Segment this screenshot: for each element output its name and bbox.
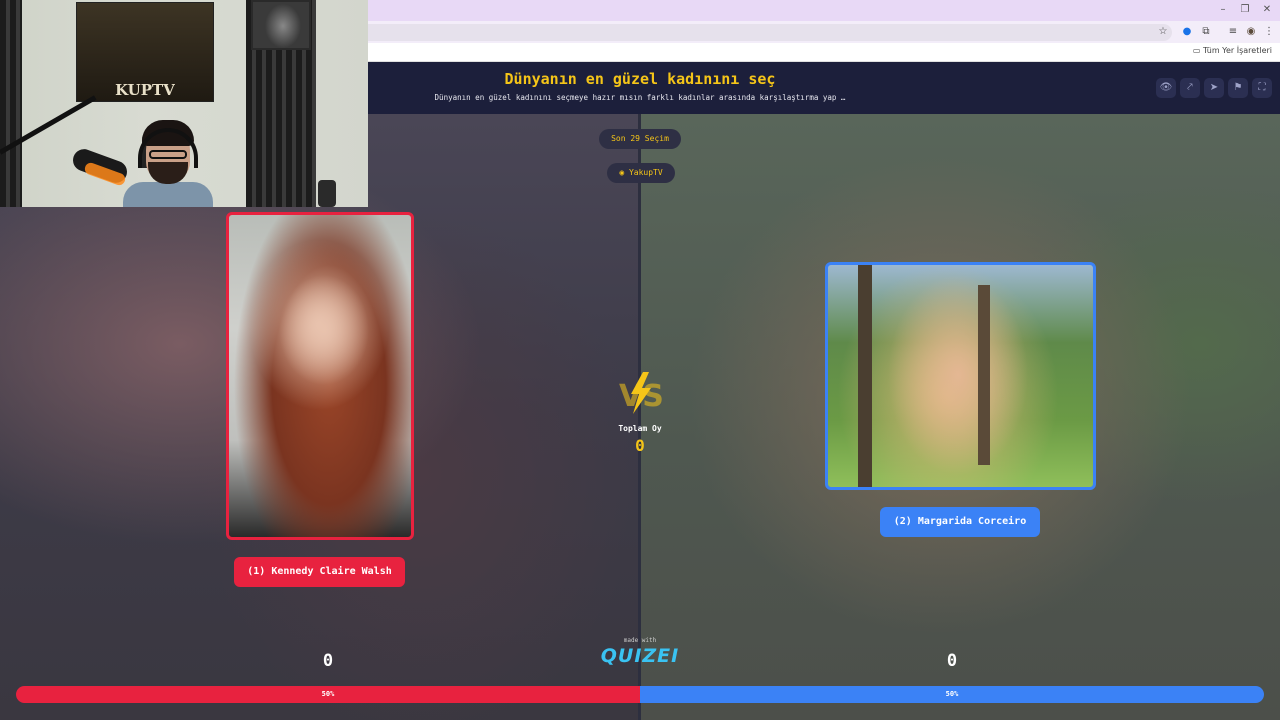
streamer [118, 118, 218, 207]
right-candidate-image[interactable] [825, 262, 1096, 490]
total-votes-label: Toplam Oy [618, 424, 662, 433]
wall-poster: KUPTV [76, 2, 214, 102]
poster-text: KUPTV [115, 81, 175, 99]
portrait-face [259, 255, 389, 415]
share-icon[interactable]: ⤤ [1180, 78, 1200, 98]
all-bookmarks-label: Tüm Yer İşaretleri [1202, 46, 1272, 55]
total-votes-value: 0 [635, 436, 645, 455]
round-pill: Son 29 Seçim [599, 129, 681, 149]
right-percent-bar: 50% [640, 686, 1264, 703]
creator-pill[interactable]: ◉ YakupTV [607, 163, 675, 183]
creator-name: YakupTV [628, 168, 663, 177]
restore-icon[interactable]: ❐ [1237, 3, 1253, 17]
tree-trunk [858, 265, 872, 487]
star-icon[interactable]: ☆ [1156, 25, 1170, 39]
right-score: 0 [946, 651, 958, 671]
minimize-icon[interactable]: – [1215, 3, 1231, 17]
wall-portrait [251, 0, 311, 50]
close-icon[interactable]: ✕ [1259, 3, 1275, 17]
made-with-label: made with [623, 637, 657, 644]
left-candidate-image[interactable] [226, 212, 414, 540]
quizei-logo[interactable]: QUIZEI [596, 645, 684, 667]
profile-icon[interactable]: ◉ [1244, 25, 1258, 39]
right-percent-label: 50% [945, 690, 959, 698]
left-score: 0 [322, 651, 334, 671]
center-divider [638, 114, 641, 720]
desk-object [318, 180, 336, 207]
creator-avatar: ◉ [619, 168, 625, 177]
vs-lightning-icon: VS [619, 372, 664, 414]
streamer-webcam: KUPTV [0, 0, 368, 207]
acoustic-panel [0, 0, 22, 207]
puzzle-icon[interactable]: ⧉ [1199, 25, 1213, 39]
tree-trunk [978, 285, 990, 465]
more-icon[interactable]: ⋮ [1262, 25, 1276, 39]
send-icon[interactable]: ➤ [1204, 78, 1224, 98]
folder-icon: ▭ [1192, 46, 1201, 55]
all-bookmarks-link[interactable]: ▭ Tüm Yer İşaretleri [1193, 46, 1272, 55]
left-percent-bar: 50% [16, 686, 640, 703]
menu-list-icon[interactable]: ≡ [1226, 25, 1240, 39]
page-subtitle: Dünyanın en güzel kadınını seçmeye hazır… [434, 93, 846, 102]
left-candidate-button[interactable]: (1) Kennedy Claire Walsh [234, 557, 405, 587]
left-percent-label: 50% [321, 690, 335, 698]
flag-icon[interactable]: ⚑ [1228, 78, 1248, 98]
shirt [123, 182, 213, 207]
eye-icon[interactable]: 👁 [1156, 78, 1176, 98]
page-title: Dünyanın en güzel kadınını seç [504, 70, 776, 88]
right-candidate-button[interactable]: (2) Margarida Corceiro [880, 507, 1040, 537]
extension-icon[interactable]: ● [1180, 25, 1194, 39]
fullscreen-icon[interactable]: ⛶ [1252, 78, 1272, 98]
